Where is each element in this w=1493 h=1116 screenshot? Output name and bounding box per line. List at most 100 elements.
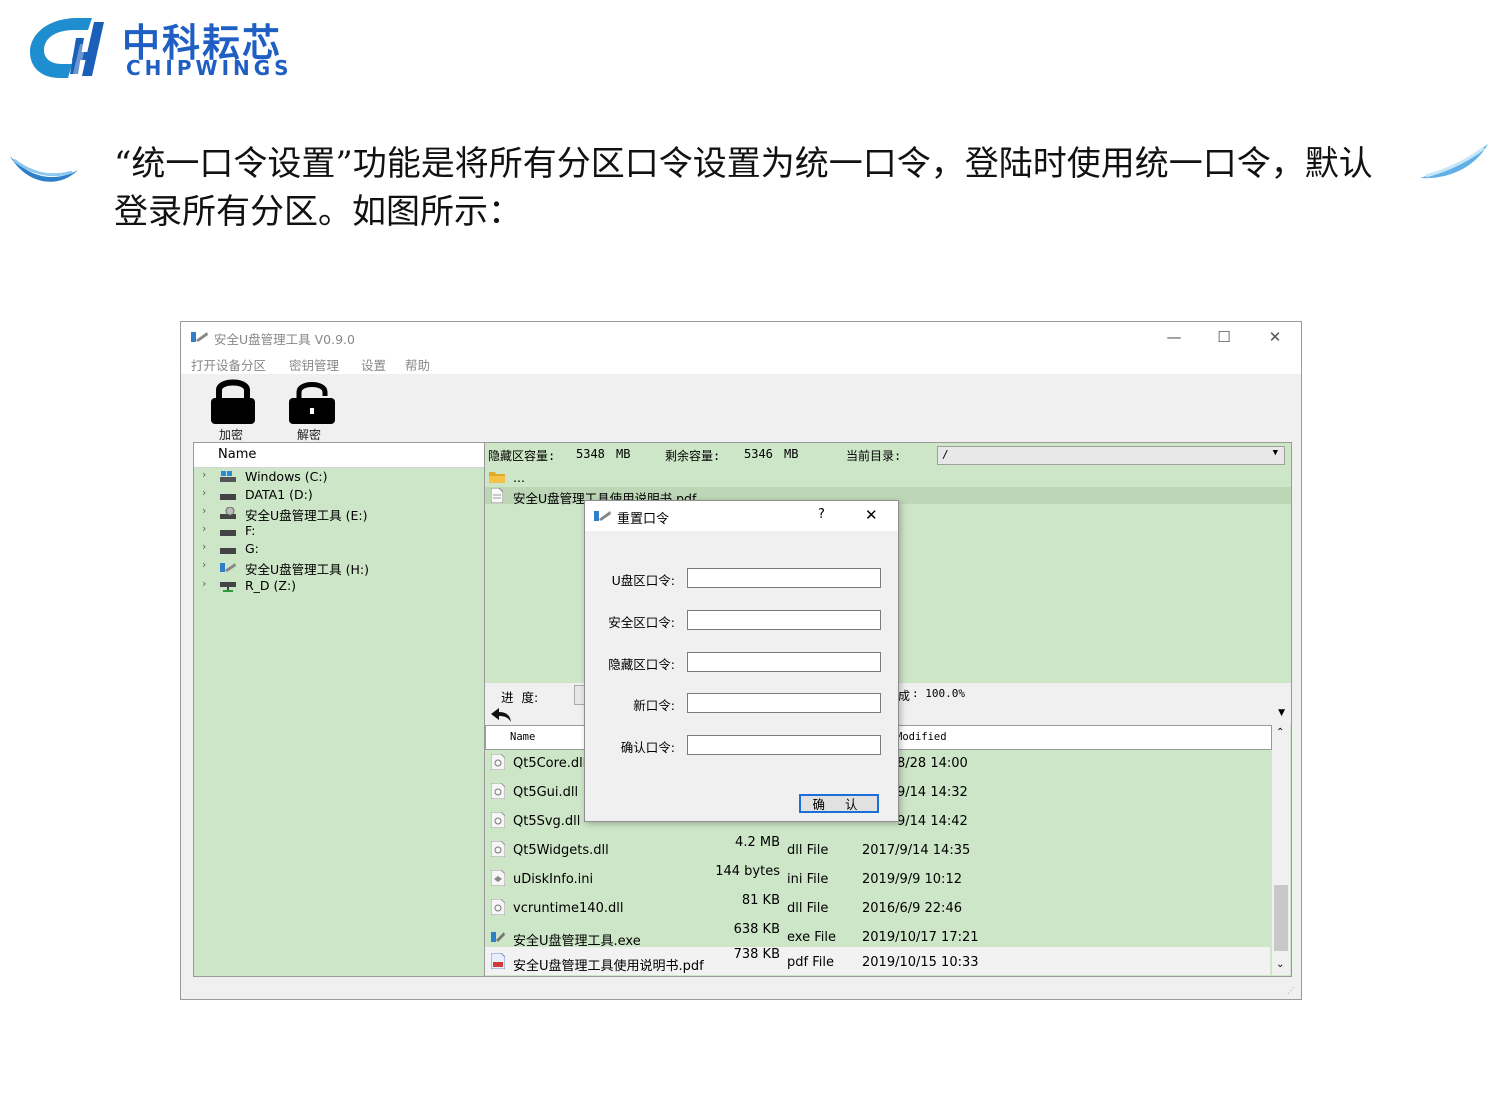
tree-item-h[interactable]: › 安全U盘管理工具 (H:) bbox=[194, 558, 484, 577]
free-value: 5346 bbox=[744, 447, 773, 461]
file-name: Qt5Widgets.dll bbox=[513, 843, 609, 858]
help-button[interactable]: ? bbox=[818, 507, 825, 522]
drive-icon bbox=[220, 530, 236, 536]
chevron-right-icon[interactable]: › bbox=[202, 504, 206, 517]
tree-item-d[interactable]: › DATA1 (D:) bbox=[194, 486, 484, 504]
intro-paragraph: “统一口令设置”功能是将所有分区口令设置为统一口令，登陆时使用统一口令，默认登录… bbox=[114, 144, 1373, 232]
file-date: 9/14 14:32 bbox=[897, 785, 968, 800]
tree-item-z[interactable]: › R_D (Z:) bbox=[194, 577, 484, 595]
secure-password-field[interactable] bbox=[687, 610, 881, 630]
table-row[interactable]: uDiskInfo.ini 144 bytes ini File 2019/9/… bbox=[485, 864, 1270, 893]
close-button[interactable]: ✕ bbox=[1252, 322, 1298, 352]
scroll-up-icon[interactable]: ⌃ bbox=[1276, 727, 1284, 738]
confirm-password-field[interactable] bbox=[687, 735, 881, 755]
udisk-password-label: U盘区口令: bbox=[611, 573, 675, 588]
tree-item-label: G: bbox=[245, 541, 259, 556]
dll-file-icon bbox=[491, 899, 505, 915]
hidden-password-field[interactable] bbox=[687, 652, 881, 672]
maximize-button[interactable]: ☐ bbox=[1201, 322, 1247, 352]
table-row[interactable]: vcruntime140.dll 81 KB dll File 2016/6/9… bbox=[485, 893, 1270, 922]
resize-grip-icon[interactable]: ⋰ bbox=[1287, 986, 1295, 995]
menu-open-partition[interactable]: 打开设备分区 bbox=[191, 355, 266, 374]
encrypt-button[interactable]: 加密 bbox=[205, 374, 261, 442]
progress-label: 进 度: bbox=[501, 690, 539, 705]
scroll-down-icon[interactable]: ⌄ bbox=[1276, 959, 1284, 970]
chevron-right-icon[interactable]: › bbox=[202, 468, 206, 481]
file-name: uDiskInfo.ini bbox=[513, 872, 594, 887]
decorative-swoosh-right bbox=[1420, 144, 1488, 179]
chevron-right-icon[interactable]: › bbox=[202, 577, 206, 590]
capacity-value: 5348 bbox=[576, 447, 605, 461]
file-size: 144 bytes bbox=[715, 864, 780, 879]
capacity-unit: MB bbox=[616, 447, 631, 461]
encrypt-label: 加密 bbox=[219, 428, 244, 442]
chevron-right-icon[interactable]: › bbox=[202, 540, 206, 553]
unlock-icon bbox=[289, 382, 335, 424]
table-row[interactable]: Qt5Widgets.dll 4.2 MB dll File 2017/9/14… bbox=[485, 835, 1270, 864]
dialog-close-button[interactable]: ✕ bbox=[865, 506, 878, 524]
file-name: Qt5Gui.dll bbox=[513, 785, 579, 800]
tree-item-c[interactable]: › Windows (C:) bbox=[194, 468, 484, 486]
new-password-field[interactable] bbox=[687, 693, 881, 713]
file-date: 2016/6/9 22:46 bbox=[862, 901, 962, 916]
menu-key-management[interactable]: 密钥管理 bbox=[289, 355, 339, 374]
scroll-thumb[interactable] bbox=[1274, 885, 1288, 951]
decorative-swoosh-left bbox=[10, 156, 78, 182]
secure-password-label: 安全区口令: bbox=[608, 615, 675, 630]
menu-help[interactable]: 帮助 bbox=[405, 355, 430, 374]
free-label: 剩余容量: bbox=[665, 449, 721, 463]
file-size: 4.2 MB bbox=[735, 835, 780, 850]
file-date: 8/28 14:00 bbox=[897, 756, 968, 771]
dll-file-icon bbox=[491, 754, 505, 770]
tree-item-f[interactable]: › F: bbox=[194, 522, 484, 540]
menu-settings[interactable]: 设置 bbox=[361, 355, 386, 374]
app-logo-icon bbox=[594, 511, 611, 521]
confirm-password-label: 确认口令: bbox=[620, 740, 675, 755]
minimize-button[interactable]: — bbox=[1151, 322, 1197, 352]
current-dir-label: 当前目录: bbox=[846, 449, 902, 463]
col-modified-header[interactable]: Modified bbox=[896, 731, 947, 743]
ini-file-icon bbox=[491, 870, 505, 886]
file-type: exe File bbox=[787, 930, 836, 945]
app-logo-icon bbox=[191, 332, 208, 342]
dialog-title: 重置口令 bbox=[617, 512, 670, 527]
drive-icon bbox=[220, 494, 236, 500]
folder-icon bbox=[489, 472, 505, 483]
file-type: dll File bbox=[787, 901, 829, 916]
file-size: 638 KB bbox=[733, 922, 780, 937]
file-date: 2019/10/15 10:33 bbox=[862, 955, 979, 970]
new-password-label: 新口令: bbox=[633, 698, 675, 713]
reset-password-dialog: 重置口令 ? ✕ U盘区口令: 安全区口令: 隐藏区口令: 新口令: 确认口令:… bbox=[584, 500, 899, 822]
title-bar: 安全U盘管理工具 V0.9.0 — ☐ ✕ bbox=[181, 322, 1301, 352]
current-dir-select[interactable]: / ▼ bbox=[937, 446, 1285, 465]
tree-item-g[interactable]: › G: bbox=[194, 540, 484, 558]
chevron-down-icon[interactable]: ▼ bbox=[1278, 708, 1285, 718]
col-name-header[interactable]: Name bbox=[510, 731, 535, 743]
tree-item-label: F: bbox=[245, 523, 256, 538]
file-date: 9/14 14:42 bbox=[897, 814, 968, 829]
vertical-scrollbar[interactable]: ⌃ ⌄ bbox=[1272, 725, 1290, 975]
confirm-button[interactable]: 确 认 bbox=[799, 794, 879, 813]
toolbar: 加密 解密 bbox=[181, 374, 1301, 442]
decrypt-label: 解密 bbox=[297, 428, 322, 442]
tree-header-name: Name bbox=[218, 447, 257, 462]
tree-item-label: Windows (C:) bbox=[245, 469, 328, 484]
chevron-right-icon[interactable]: › bbox=[202, 522, 206, 535]
hidden-file-row[interactable]: ... bbox=[485, 469, 1291, 486]
back-arrow-icon[interactable] bbox=[491, 708, 511, 722]
chevron-right-icon[interactable]: › bbox=[202, 558, 206, 571]
pdf-file-icon bbox=[491, 953, 505, 969]
udisk-password-field[interactable] bbox=[687, 568, 881, 588]
file-size: 81 KB bbox=[741, 893, 780, 908]
decrypt-button[interactable]: 解密 bbox=[285, 374, 341, 442]
document-icon bbox=[491, 488, 503, 503]
capacity-label: 隐藏区容量: bbox=[488, 449, 556, 463]
drive-tree-panel: Name › Windows (C:) › DATA1 (D:) › 安全U盘管… bbox=[193, 442, 485, 977]
exe-file-icon bbox=[491, 932, 505, 942]
table-row[interactable]: 安全U盘管理工具使用说明书.pdf 738 KB pdf File 2019/1… bbox=[485, 947, 1270, 975]
file-name: Qt5Svg.dll bbox=[513, 814, 581, 829]
tree-item-e[interactable]: › 安全U盘管理工具 (E:) bbox=[194, 504, 484, 523]
file-size: 738 KB bbox=[733, 947, 780, 962]
chevron-right-icon[interactable]: › bbox=[202, 486, 206, 499]
window-title: 安全U盘管理工具 V0.9.0 bbox=[214, 332, 355, 347]
